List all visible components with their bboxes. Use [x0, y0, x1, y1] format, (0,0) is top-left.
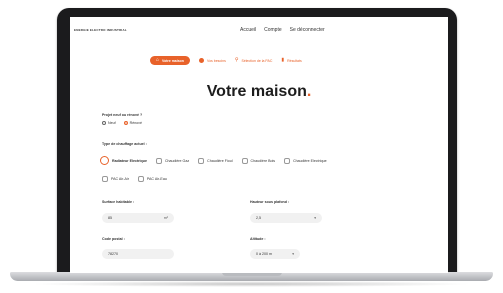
heating-chaudiere-fioul[interactable]: Chaudière Fioul	[198, 157, 233, 164]
house-icon: ⌂	[156, 57, 160, 63]
postal-code-input[interactable]: 78270	[102, 249, 174, 259]
radio-label: Neuf	[108, 121, 116, 125]
search-icon: ⚲	[234, 57, 239, 63]
needs-icon	[198, 58, 204, 63]
radio-circle	[102, 121, 106, 125]
step-label: Sélection de la PAC	[241, 58, 273, 63]
boiler-icon	[198, 157, 205, 164]
height-select[interactable]: 2,5 ▾	[250, 213, 322, 223]
surface-unit: m²	[163, 216, 168, 220]
radio-renove[interactable]: Rénové	[123, 121, 142, 125]
title-accent-dot: .	[306, 83, 312, 100]
surface-value: 85	[108, 216, 112, 220]
heat-pump-icon	[137, 176, 144, 182]
heating-chaudiere-bois[interactable]: Chaudière Bois	[241, 157, 276, 164]
wizard-steps: ⌂ Votre maison Vos besoins ⚲ Sélection d…	[150, 56, 302, 65]
step-resultats[interactable]: ▮ Résultats	[281, 58, 301, 63]
radio-label: Rénové	[129, 121, 142, 125]
step-label: Votre maison	[162, 58, 184, 63]
heating-label: Type de chauffage actuel :	[102, 142, 147, 146]
page-title-text: Votre maison	[206, 83, 307, 100]
surface-input[interactable]: 85 m²	[102, 213, 174, 223]
heating-options-row2: PAC Air-Air PAC Air-Eau	[102, 176, 167, 182]
heating-pac-air-air[interactable]: PAC Air-Air	[102, 176, 129, 182]
heating-pac-air-eau[interactable]: PAC Air-Eau	[137, 176, 167, 182]
radiator-icon	[100, 156, 109, 165]
project-label: Projet neuf ou rénové ?	[102, 113, 143, 117]
top-nav: Accueil Compte Se déconnecter	[240, 27, 325, 33]
height-label: Hauteur sous plafond :	[250, 200, 290, 204]
nav-accueil[interactable]: Accueil	[240, 27, 256, 33]
step-vos-besoins[interactable]: Vos besoins	[198, 58, 226, 63]
postal-label: Code postal :	[102, 237, 125, 241]
boiler-icon	[284, 157, 291, 164]
chevron-down-icon: ▾	[314, 216, 316, 220]
top-bar: ENERGIE ELECTRO INDUSTRIAL Accueil Compt…	[70, 17, 448, 41]
chip-label: Chaudière Gaz	[164, 158, 190, 163]
page-title: Votre maison.	[70, 83, 448, 101]
chevron-down-icon: ▾	[292, 252, 294, 256]
chip-label: Chaudière Bois	[250, 158, 276, 163]
altitude-select[interactable]: 0 à 200 m ▾	[250, 249, 300, 259]
radio-circle-selected	[123, 121, 128, 125]
postal-value: 78270	[108, 252, 118, 256]
radio-neuf[interactable]: Neuf	[102, 121, 116, 125]
altitude-value: 0 à 200 m	[256, 252, 272, 256]
step-label: Vos besoins	[206, 58, 226, 63]
chip-label: Chaudière Electrique	[293, 158, 327, 163]
surface-label: Surface habitable :	[102, 200, 135, 204]
chip-label: Radiateur Electrique	[112, 158, 147, 163]
chip-label: PAC Air-Eau	[146, 177, 167, 181]
boiler-icon	[155, 157, 162, 164]
laptop-frame: ENERGIE ELECTRO INDUSTRIAL Accueil Compt…	[0, 0, 503, 293]
heating-options-row1: Radiateur Electrique Chaudière Gaz Chaud…	[100, 156, 327, 165]
nav-logout[interactable]: Se déconnecter	[290, 27, 325, 33]
altitude-label: Altitude :	[250, 237, 266, 241]
heat-pump-icon	[102, 176, 108, 182]
boiler-icon	[241, 157, 248, 164]
project-radio-group: Neuf Rénové	[102, 121, 142, 125]
screen: ENERGIE ELECTRO INDUSTRIAL Accueil Compt…	[70, 17, 448, 273]
document-icon: ▮	[281, 57, 285, 63]
heating-radiateur-electrique[interactable]: Radiateur Electrique	[100, 156, 147, 165]
nav-compte[interactable]: Compte	[264, 27, 282, 33]
height-value: 2,5	[256, 216, 261, 220]
brand-logo[interactable]: ENERGIE ELECTRO INDUSTRIAL	[74, 28, 127, 32]
chip-label: Chaudière Fioul	[207, 158, 233, 163]
step-selection-pac[interactable]: ⚲ Sélection de la PAC	[235, 58, 273, 63]
laptop-shadow	[30, 281, 473, 287]
heating-chaudiere-gaz[interactable]: Chaudière Gaz	[155, 157, 190, 164]
step-votre-maison[interactable]: ⌂ Votre maison	[150, 56, 190, 65]
chip-label: PAC Air-Air	[111, 177, 129, 181]
heating-chaudiere-electrique[interactable]: Chaudière Electrique	[284, 157, 327, 164]
step-label: Résultats	[287, 58, 302, 63]
